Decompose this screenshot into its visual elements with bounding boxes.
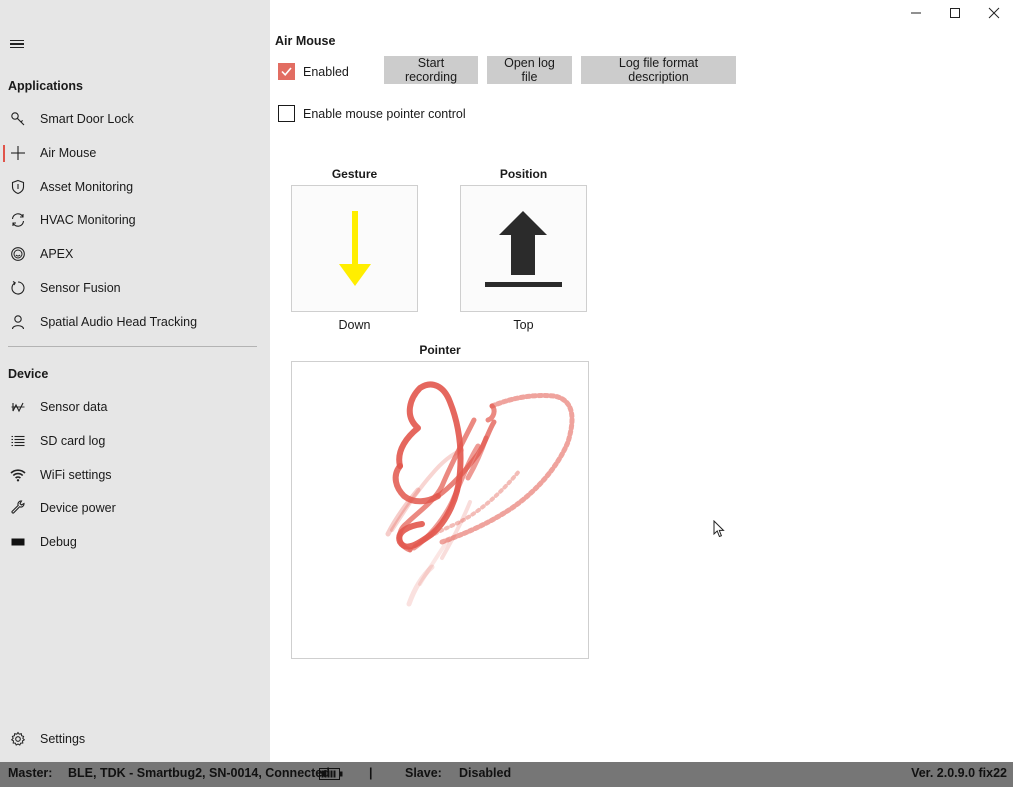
position-value: Top — [513, 318, 534, 332]
sidebar-item-spatial-audio[interactable]: Spatial Audio Head Tracking — [0, 305, 270, 339]
open-log-file-button[interactable]: Open log file — [487, 56, 572, 84]
minimize-icon — [910, 7, 922, 22]
sidebar-item-label: HVAC Monitoring — [40, 213, 136, 227]
sidebar-item-label: Air Mouse — [40, 146, 97, 160]
sidebar-item-label: Sensor Fusion — [40, 281, 121, 295]
position-panel — [460, 185, 587, 312]
gesture-panel — [291, 185, 418, 312]
person-icon — [9, 313, 27, 331]
wifi-icon — [9, 466, 27, 484]
sidebar-item-label: SD card log — [40, 434, 106, 448]
master-value: BLE, TDK - Smartbug2, SN-0014, Connected — [68, 766, 330, 780]
plus-icon — [9, 144, 27, 162]
hamburger-menu-button[interactable] — [4, 30, 30, 58]
sidebar-item-label: Debug — [40, 535, 77, 549]
hamburger-line — [10, 39, 24, 42]
version-label: Ver. 2.0.9.0 fix22 — [911, 766, 1007, 780]
sidebar-item-debug[interactable]: Debug — [0, 525, 270, 559]
checkmark-icon — [281, 67, 292, 76]
gear-icon — [9, 730, 27, 748]
sidebar-item-air-mouse[interactable]: Air Mouse — [0, 136, 270, 170]
status-separator: | — [369, 766, 373, 780]
checkbox-box[interactable] — [278, 105, 295, 122]
status-bar: Master: BLE, TDK - Smartbug2, SN-0014, C… — [0, 762, 1013, 787]
sidebar-item-sensor-fusion[interactable]: Sensor Fusion — [0, 271, 270, 305]
maximize-button[interactable] — [936, 0, 974, 28]
sidebar-item-settings[interactable]: Settings — [0, 722, 270, 756]
battery-icon — [319, 768, 343, 783]
checkbox-box[interactable] — [278, 63, 295, 80]
sensor-icon — [9, 398, 27, 416]
sidebar-item-label: APEX — [40, 247, 74, 261]
refresh-icon — [9, 279, 27, 297]
pointer-trail — [385, 381, 575, 607]
master-label: Master: — [8, 766, 53, 780]
pointer-control-label: Enable mouse pointer control — [303, 106, 466, 121]
position-title: Position — [499, 167, 548, 181]
sidebar-item-label: Settings — [40, 732, 86, 746]
sidebar-item-label: WiFi settings — [40, 468, 112, 482]
debug-icon — [9, 533, 27, 551]
enabled-label: Enabled — [303, 64, 349, 79]
sidebar-divider — [8, 346, 257, 347]
sidebar-item-device-power[interactable]: Device power — [0, 491, 270, 525]
app-window: Applications Smart Door Lock Air Mouse A… — [0, 0, 1013, 787]
device-header: Device — [8, 367, 49, 381]
sidebar-item-sd-card-log[interactable]: SD card log — [0, 424, 270, 458]
maximize-icon — [949, 7, 961, 22]
sync-icon — [9, 211, 27, 229]
sidebar-item-apex[interactable]: APEX — [0, 237, 270, 271]
slave-value: Disabled — [459, 766, 512, 780]
pointer-canvas[interactable] — [291, 361, 589, 659]
sidebar-item-label: Spatial Audio Head Tracking — [40, 315, 198, 329]
sidebar-item-label: Smart Door Lock — [40, 112, 134, 126]
smiley-icon — [9, 245, 27, 263]
sidebar-item-label: Device power — [40, 501, 116, 515]
sidebar-item-wifi-settings[interactable]: WiFi settings — [0, 458, 270, 492]
sidebar-item-label: Sensor data — [40, 400, 108, 414]
enabled-checkbox[interactable]: Enabled — [278, 63, 349, 80]
gesture-title: Gesture — [331, 167, 378, 181]
hamburger-line — [10, 46, 24, 49]
arrow-down-icon — [339, 211, 371, 286]
slave-label: Slave: — [405, 766, 442, 780]
sidebar-item-smart-door-lock[interactable]: Smart Door Lock — [0, 102, 270, 136]
gesture-value: Down — [338, 318, 371, 332]
sidebar-item-label: Asset Monitoring — [40, 180, 134, 194]
start-recording-button[interactable]: Start recording — [384, 56, 478, 84]
applications-header: Applications — [8, 79, 84, 93]
sidebar-item-hvac-monitoring[interactable]: HVAC Monitoring — [0, 203, 270, 237]
sidebar: Applications Smart Door Lock Air Mouse A… — [0, 0, 270, 762]
page-title: Air Mouse — [275, 34, 336, 48]
pointer-control-checkbox[interactable]: Enable mouse pointer control — [278, 105, 466, 122]
sidebar-item-asset-monitoring[interactable]: Asset Monitoring — [0, 170, 270, 204]
hamburger-line — [10, 43, 24, 45]
close-button[interactable] — [975, 0, 1013, 28]
log-format-description-button[interactable]: Log file format description — [581, 56, 736, 84]
pointer-title: Pointer — [419, 343, 461, 357]
mouse-cursor-icon — [713, 520, 725, 538]
close-icon — [988, 7, 1000, 22]
shield-icon — [9, 178, 27, 196]
list-icon — [9, 432, 27, 450]
wrench-icon — [9, 499, 27, 517]
sidebar-item-sensor-data[interactable]: Sensor data — [0, 390, 270, 424]
minimize-button[interactable] — [897, 0, 935, 28]
arrow-up-bar-icon — [485, 211, 562, 287]
key-icon — [9, 110, 27, 128]
